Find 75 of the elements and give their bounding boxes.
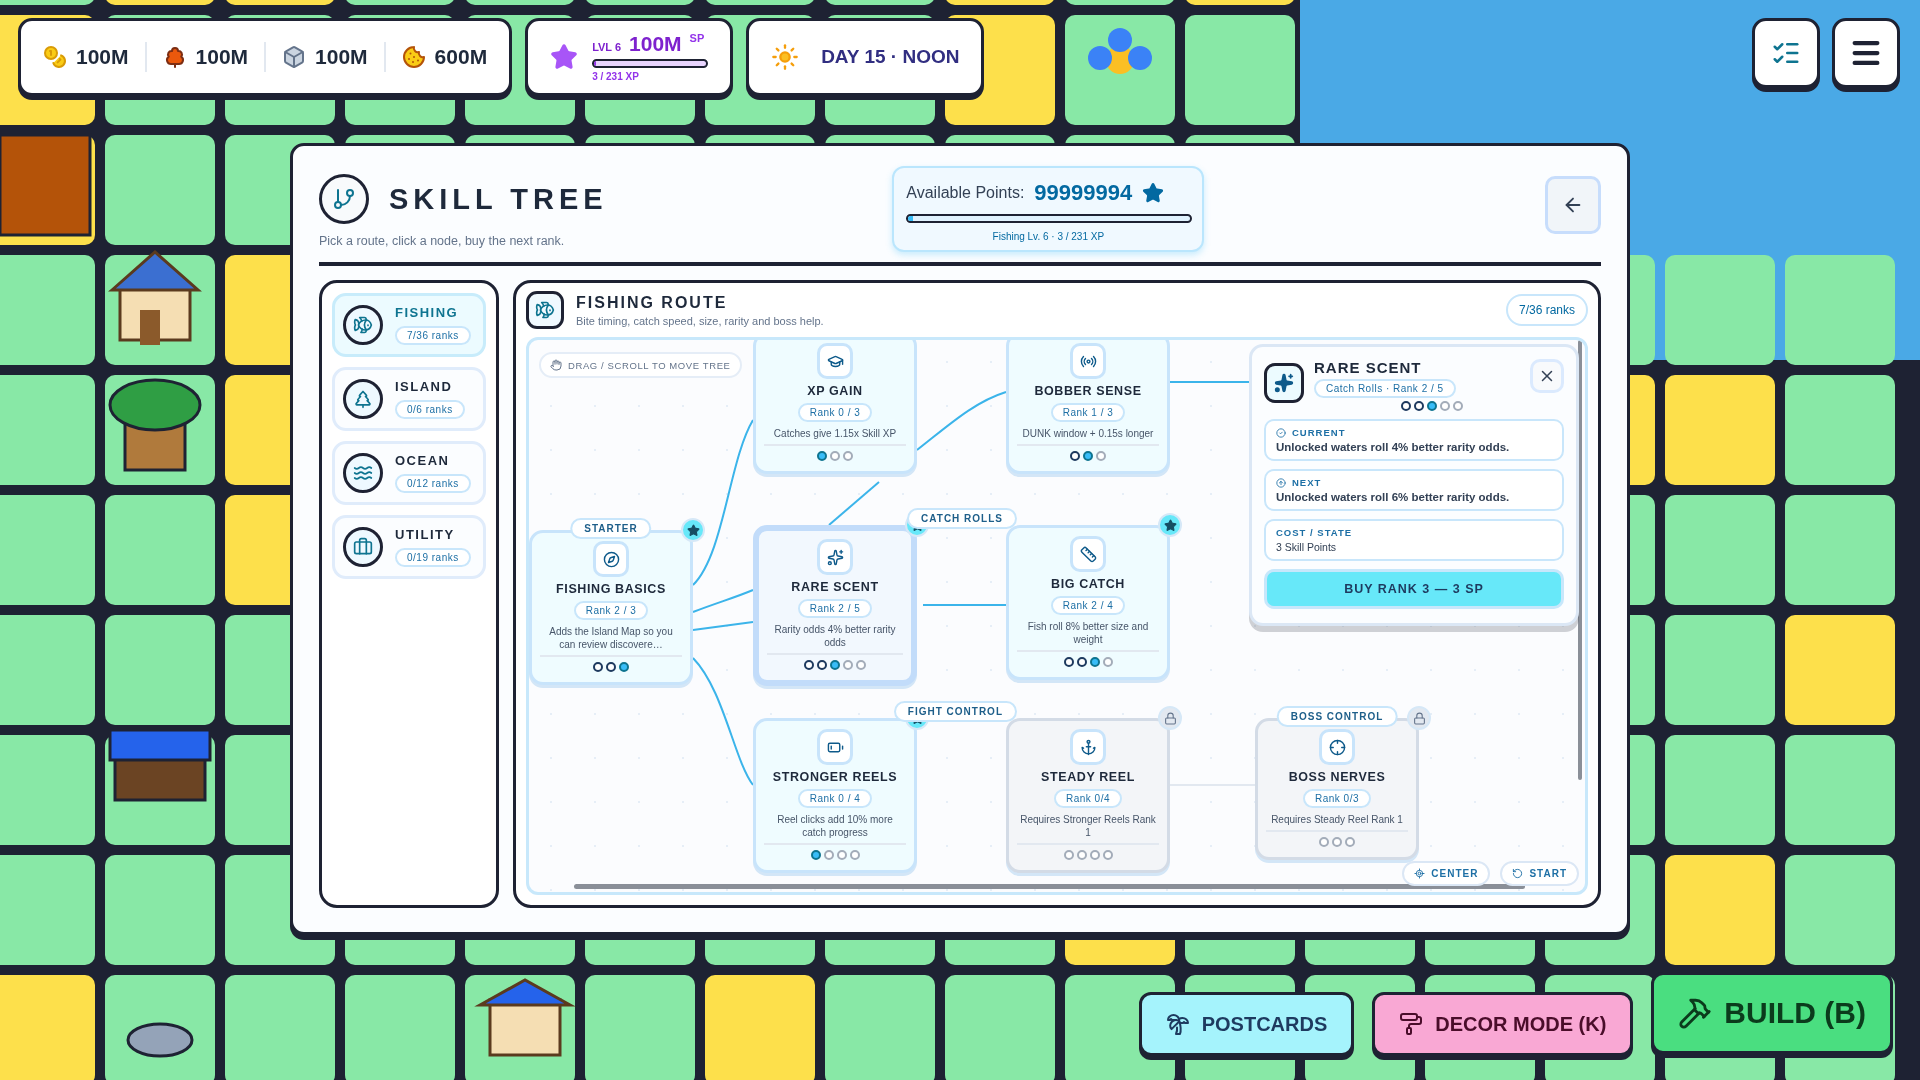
section-text: Unlocked waters roll 6% better rarity odds. — [1276, 491, 1511, 503]
node-rank: Rank 2 / 5 — [797, 599, 873, 618]
route-tab[interactable]: UTILITY 0/19 ranks — [332, 515, 486, 579]
route-subtitle: Bite timing, catch speed, size, rarity and boss help. — [576, 314, 825, 327]
node-title: XP GAIN — [807, 384, 863, 398]
route-title: FISHING ROUTE — [576, 293, 729, 312]
node-rank: Rank 0/3 — [1303, 789, 1371, 808]
node-rank: Rank 2 / 3 — [573, 601, 649, 620]
points-label: Available Points: — [906, 184, 1025, 202]
skill-node[interactable]: BIG CATCH Rank 2 / 4 Fish roll 8% better size and weight — [1006, 525, 1170, 680]
route-ranks: 7/36 ranks — [395, 326, 471, 345]
route-tab[interactable]: ISLAND 0/6 ranks — [332, 367, 486, 431]
node-description: Requires Steady Reel Rank 1 — [1266, 813, 1408, 832]
node-rank: Rank 0 / 3 — [797, 403, 873, 422]
resource-amount: 600M — [434, 45, 488, 69]
node-title: BOBBER SENSE — [1034, 384, 1142, 398]
canvas-control-button[interactable]: START — [1500, 861, 1579, 886]
xp-text: 3 / 231 XP — [592, 71, 640, 82]
route-name: FISHING — [395, 305, 459, 320]
route-name: ISLAND — [395, 379, 453, 394]
resource-amount: 100M — [76, 45, 129, 69]
route-name: OCEAN — [395, 453, 450, 468]
node-title: BOSS NERVES — [1288, 770, 1386, 784]
route-ranks: 0/12 ranks — [395, 474, 471, 493]
node-rank: Rank 2 / 4 — [1050, 596, 1126, 615]
node-description: Rarity odds 4% better rarity odds — [767, 623, 903, 655]
section-text: Unlocked waters roll 4% better rarity odds. — [1276, 441, 1511, 453]
node-title: STRONGER REELS — [772, 770, 898, 784]
node-description: Reel clicks add 10% more catch progress — [764, 813, 906, 845]
node-description: Requires Stronger Reels Rank 1 — [1017, 813, 1159, 845]
node-rank: Rank 1 / 3 — [1050, 403, 1126, 422]
section-text: 3 Skill Points — [1276, 541, 1338, 553]
node-rank: Rank 0/4 — [1054, 789, 1122, 808]
skill-node[interactable]: STEADY REEL Rank 0/4 Requires Stronger Reels Rank 1 — [1006, 718, 1170, 873]
skill-node[interactable]: STRONGER REELS Rank 0 / 4 Reel clicks add 10% more catch progress — [753, 718, 917, 873]
details-title: RARE SCENT — [1314, 359, 1422, 376]
points-caption: Fishing Lv. 6 · 3 / 231 XP — [991, 231, 1106, 242]
route-name: UTILITY — [395, 527, 455, 542]
skill-node[interactable]: XP GAIN Rank 0 / 3 Catches give 1.15x Skill XP — [753, 340, 917, 474]
resource-amount: 100M — [195, 45, 249, 69]
node-tag: STARTER — [570, 518, 652, 539]
level-label: LVL 6 — [592, 41, 622, 53]
skill-node[interactable]: RARE SCENT Rank 2 / 5 Rarity odds 4% better rarity odds — [753, 525, 917, 686]
node-description: DUNK window + 0.15s longer — [1017, 427, 1159, 446]
node-tag: CATCH ROLLS — [907, 508, 1017, 529]
node-description: Fish roll 8% better size and weight — [1017, 620, 1159, 652]
node-tag: FIGHT CONTROL — [893, 701, 1017, 722]
section-label: NEXT — [1292, 477, 1322, 488]
node-description: Adds the Island Map so you can review discovere… — [540, 625, 682, 657]
node-title: STEADY REEL — [1041, 770, 1135, 784]
node-title: BIG CATCH — [1051, 577, 1125, 591]
node-tag: BOSS CONTROL — [1276, 706, 1398, 727]
details-meta: Catch Rolls · Rank 2 / 5 — [1314, 379, 1456, 398]
route-ranks: 7/36 ranks — [1505, 294, 1588, 326]
panel-title: SKILL TREE — [389, 182, 608, 216]
buy-rank-button[interactable]: BUY RANK 3 — 3 SP — [1264, 569, 1564, 609]
route-tab[interactable]: OCEAN 0/12 ranks — [332, 441, 486, 505]
skill-points-unit: SP — [689, 32, 705, 44]
node-title: RARE SCENT — [791, 580, 879, 594]
section-label: CURRENT — [1292, 427, 1346, 438]
route-ranks: 0/6 ranks — [395, 400, 465, 419]
hint-text: DRAG / SCROLL TO MOVE TREE — [568, 359, 731, 371]
skill-node[interactable]: BOBBER SENSE Rank 1 / 3 DUNK window + 0.15s longer — [1006, 340, 1170, 474]
node-title: FISHING BASICS — [556, 582, 666, 596]
panel-subtitle: Pick a route, click a node, buy the next rank. — [319, 234, 566, 248]
node-rank: Rank 0 / 4 — [797, 789, 873, 808]
node-description: Catches give 1.15x Skill XP — [764, 427, 906, 446]
section-label: COST / STATE — [1276, 527, 1353, 538]
canvas-control-button[interactable]: CENTER — [1402, 861, 1491, 886]
skill-points-value: 100M — [629, 32, 682, 56]
resource-amount: 100M — [315, 45, 368, 69]
points-value: 99999994 — [1034, 180, 1133, 206]
route-tab[interactable]: FISHING 7/36 ranks — [332, 293, 486, 357]
route-ranks: 0/19 ranks — [395, 548, 471, 567]
day-time: DAY 15 · NOON — [821, 46, 960, 68]
